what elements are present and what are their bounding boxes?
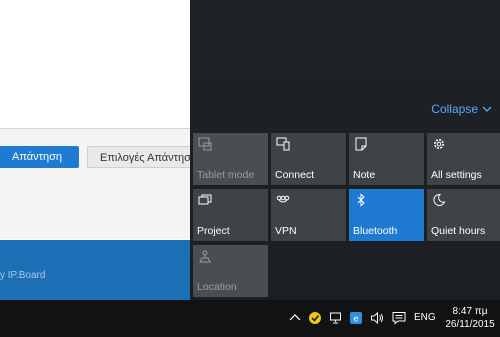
- tile-label: Location: [197, 281, 237, 293]
- gear-icon: [432, 137, 446, 151]
- clock-date: 26/11/2015: [445, 319, 495, 330]
- tile-project[interactable]: Project: [193, 189, 268, 241]
- location-icon: [198, 249, 212, 263]
- collapse-button[interactable]: Collapse: [431, 102, 492, 116]
- tile-all-settings[interactable]: All settings: [427, 133, 500, 185]
- volume-icon[interactable]: [369, 310, 385, 326]
- tile-bluetooth[interactable]: Bluetooth: [349, 189, 424, 241]
- svg-text:e: e: [353, 315, 359, 325]
- footer-credit[interactable]: y IP.Board: [0, 270, 45, 281]
- reply-options-button[interactable]: Επιλογές Απάντησης: [87, 146, 192, 168]
- language-indicator[interactable]: ENG: [414, 312, 436, 323]
- collapse-label: Collapse: [431, 102, 478, 116]
- tile-label: Connect: [275, 169, 315, 181]
- forum-footer: y IP.Board: [0, 240, 192, 300]
- bluetooth-icon: [354, 193, 368, 207]
- moon-icon: [432, 193, 446, 207]
- tile-label: Tablet mode: [197, 169, 255, 181]
- tile-note[interactable]: Note: [349, 133, 424, 185]
- norton-icon[interactable]: [307, 310, 323, 326]
- network-icon[interactable]: [328, 310, 344, 326]
- reply-toolbar: Απάντηση Επιλογές Απάντησης: [0, 128, 192, 239]
- tile-label: Bluetooth: [353, 225, 398, 237]
- taskbar: e ENG 8:47 πμ 26/11/2015: [0, 300, 500, 337]
- clock-time: 8:47 πμ: [452, 306, 488, 317]
- project-icon: [198, 193, 212, 207]
- reply-button[interactable]: Απάντηση: [0, 146, 79, 168]
- tile-label: VPN: [275, 225, 297, 237]
- tile-label: Note: [353, 169, 376, 181]
- tile-label: Quiet hours: [431, 225, 486, 237]
- tile-quiet-hours[interactable]: Quiet hours: [427, 189, 500, 241]
- chevron-up-icon[interactable]: [287, 310, 303, 326]
- action-center-panel: Collapse Tablet mode Connect Note All se…: [190, 0, 500, 300]
- vpn-icon: [276, 193, 290, 207]
- tile-label: All settings: [431, 169, 482, 181]
- browser-window: Απάντηση Επιλογές Απάντησης y IP.Board: [0, 0, 192, 300]
- tile-vpn[interactable]: VPN: [271, 189, 346, 241]
- connect-icon: [276, 137, 290, 151]
- app-icon[interactable]: e: [348, 310, 364, 326]
- clock[interactable]: 8:47 πμ 26/11/2015: [442, 305, 498, 331]
- tile-connect[interactable]: Connect: [271, 133, 346, 185]
- action-center-icon[interactable]: [391, 310, 407, 326]
- chevron-down-icon: [482, 102, 492, 116]
- tile-label: Project: [197, 225, 230, 237]
- tile-location[interactable]: Location: [193, 245, 268, 297]
- tile-tablet-mode[interactable]: Tablet mode: [193, 133, 268, 185]
- tablet-mode-icon: [198, 137, 212, 151]
- note-icon: [354, 137, 368, 151]
